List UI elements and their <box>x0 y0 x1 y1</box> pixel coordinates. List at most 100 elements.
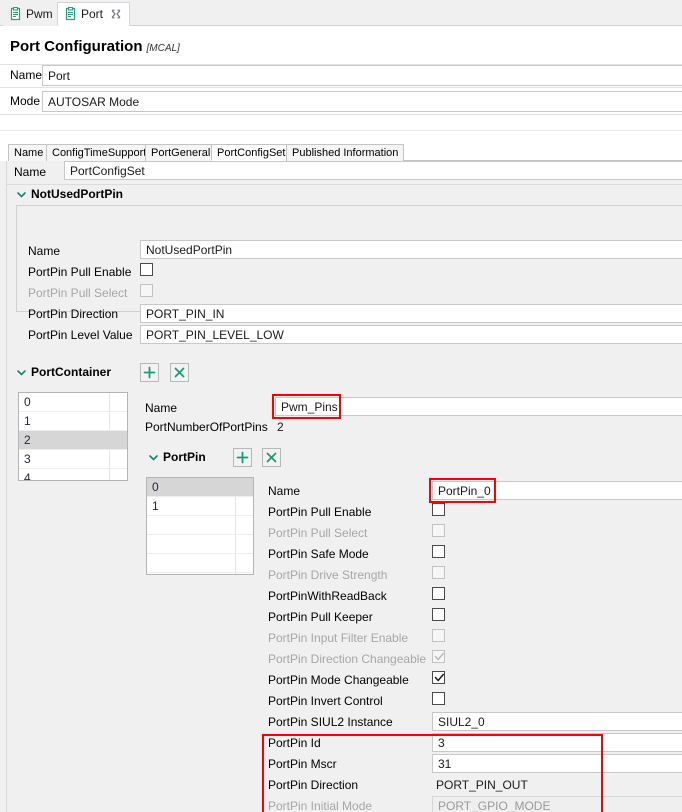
folder-tab-name[interactable]: Name <box>8 144 50 161</box>
header-divider-bottom <box>0 114 682 115</box>
portpin-row-1-checkbox[interactable] <box>432 503 445 516</box>
list-item[interactable]: 0 <box>19 393 127 412</box>
editor-tab-port-label: Port <box>81 7 104 21</box>
portpin-row-0-input[interactable]: PortPin_0 <box>432 481 682 500</box>
portpin-add-button[interactable] <box>233 448 252 467</box>
portpin-row-5-checkbox[interactable] <box>432 587 445 600</box>
list-item-empty[interactable] <box>147 516 253 535</box>
portpin-row-10-label: PortPin Invert Control <box>268 694 383 708</box>
chevron-down-icon[interactable] <box>16 367 27 378</box>
portpin-row-13-input[interactable]: 31 <box>432 754 682 773</box>
nupp-row-3-input[interactable]: PORT_PIN_IN <box>140 304 682 323</box>
nupp-row-0-label: Name <box>28 244 61 258</box>
check-icon <box>434 651 445 662</box>
portpin-row-4-checkbox <box>432 566 445 579</box>
portpin-row-12-input[interactable]: 3 <box>432 733 682 752</box>
folder-tab-portconfigset[interactable]: PortConfigSet <box>211 144 292 161</box>
portpin-row-11-label: PortPin SIUL2 Instance <box>268 715 393 729</box>
folder-tab-portgeneral[interactable]: PortGeneral <box>145 144 217 161</box>
nupp-row-4-input[interactable]: PORT_PIN_LEVEL_LOW <box>140 325 682 344</box>
name-input[interactable]: Port <box>42 65 682 86</box>
nupp-row-1-label: PortPin Pull Enable <box>28 265 132 279</box>
portpin-row-4-label: PortPin Drive Strength <box>268 568 388 582</box>
config-folder-tabs: Name ConfigTimeSupport PortGeneral PortC… <box>8 144 682 161</box>
portpin-row-8-checkbox <box>432 650 445 663</box>
mode-input[interactable]: AUTOSAR Mode <box>42 91 682 112</box>
folder-tab-publishedinformation[interactable]: Published Information <box>286 144 405 161</box>
nupp-row-3-label: PortPin Direction <box>28 307 119 321</box>
portpin-row-6-label: PortPin Pull Keeper <box>268 610 373 624</box>
portcontainer-count-value: 2 <box>277 420 284 434</box>
list-item-empty[interactable] <box>147 535 253 554</box>
portpin-row-1-label: PortPin Pull Enable <box>268 505 372 519</box>
portpin-row-9-label: PortPin Mode Changeable <box>268 673 409 687</box>
portcontainer-remove-button[interactable] <box>170 363 189 382</box>
folder-tab-configtimesupport-label: ConfigTimeSupport <box>52 147 147 159</box>
close-icon[interactable] <box>110 8 122 20</box>
portpin-row-0-label: Name <box>268 484 301 498</box>
nupp-row-0-input[interactable]: NotUsedPortPin <box>140 240 682 259</box>
list-item[interactable]: 3 <box>19 450 127 469</box>
editor-tab-bar: Pwm Port <box>0 0 682 26</box>
page-title: Port Configuration [MCAL] <box>10 38 180 55</box>
configset-name-input[interactable]: PortConfigSet <box>64 161 682 180</box>
folder-tab-configtimesupport[interactable]: ConfigTimeSupport <box>46 144 153 161</box>
list-item[interactable]: 2 <box>19 431 127 450</box>
list-item[interactable]: 1 <box>147 497 253 516</box>
chevron-down-icon[interactable] <box>16 189 27 200</box>
nupp-row-1-checkbox[interactable] <box>140 263 153 276</box>
chevron-down-icon[interactable] <box>148 452 159 463</box>
editor-tab-port[interactable]: Port <box>57 2 131 26</box>
header-row-name: Name Port <box>0 65 682 87</box>
portpin-row-3-checkbox[interactable] <box>432 545 445 558</box>
portpin-row-3-label: PortPin Safe Mode <box>268 547 369 561</box>
portpin-row-11-input[interactable]: SIUL2_0 <box>432 712 682 731</box>
portpin-row-7-label: PortPin Input Filter Enable <box>268 631 409 645</box>
portcontainer-count-label: PortNumberOfPortPins <box>145 420 268 434</box>
check-icon <box>434 672 445 683</box>
nupp-row-4-label: PortPin Level Value <box>28 328 133 342</box>
portpin-row-9-checkbox[interactable] <box>432 671 445 684</box>
file-config-icon <box>9 6 22 21</box>
portpin-row-2-label: PortPin Pull Select <box>268 526 368 540</box>
folder-tab-portgeneral-label: PortGeneral <box>151 147 211 159</box>
list-item[interactable]: 4 <box>19 469 127 480</box>
portpin-row-12-label: PortPin Id <box>268 736 321 750</box>
list-item[interactable]: 0 <box>147 478 253 497</box>
editor-tab-pwm-label: Pwm <box>26 7 53 21</box>
portpin-remove-button[interactable] <box>262 448 281 467</box>
portpin-row-14-value: PORT_PIN_OUT <box>436 778 528 792</box>
portpin-row-2-checkbox <box>432 524 445 537</box>
configset-name-label: Name <box>14 165 47 179</box>
portpin-row-14-label: PortPin Direction <box>268 778 359 792</box>
section-title-portcontainer: PortContainer <box>31 365 112 379</box>
portpin-list[interactable]: 0 1 <box>146 477 254 575</box>
configset-divider <box>7 184 682 185</box>
portpin-row-6-checkbox[interactable] <box>432 608 445 621</box>
editor-tab-pwm[interactable]: Pwm <box>3 2 60 26</box>
page-title-suffix: [MCAL] <box>146 43 180 54</box>
header-divider-mid <box>0 87 682 88</box>
portcontainer-name-input[interactable]: Pwm_Pins <box>275 397 682 416</box>
list-item-empty[interactable] <box>147 554 253 573</box>
portconfigset-panel: Name PortConfigSet NotUsedPortPin Name N… <box>0 161 682 812</box>
portpin-row-15-label: PortPin Initial Mode <box>268 799 373 812</box>
header-divider-extra <box>0 130 682 131</box>
portpin-row-13-label: PortPin Mscr <box>268 757 337 771</box>
portpin-row-7-checkbox <box>432 629 445 642</box>
list-item[interactable]: 1 <box>19 412 127 431</box>
folder-tab-name-label: Name <box>14 147 44 159</box>
nupp-row-2-label: PortPin Pull Select <box>28 286 128 300</box>
portpin-row-15-value: PORT_GPIO_MODE <box>432 796 682 812</box>
panel-left-rail <box>6 161 7 812</box>
portcontainer-add-button[interactable] <box>140 363 159 382</box>
portcontainer-name-label: Name <box>145 401 178 415</box>
portpin-row-10-checkbox[interactable] <box>432 692 445 705</box>
folder-tab-publishedinformation-label: Published Information <box>292 147 399 159</box>
eclipse-editor-window: Pwm Port Port Configuration [MCAL] Name … <box>0 0 682 812</box>
section-title-notusedportpin: NotUsedPortPin <box>31 187 124 201</box>
portpin-row-5-label: PortPinWithReadBack <box>268 589 387 603</box>
portcontainer-list[interactable]: 0 1 2 3 4 <box>18 392 128 481</box>
header-row-mode: Mode AUTOSAR Mode <box>0 91 682 113</box>
file-config-icon <box>64 6 77 21</box>
